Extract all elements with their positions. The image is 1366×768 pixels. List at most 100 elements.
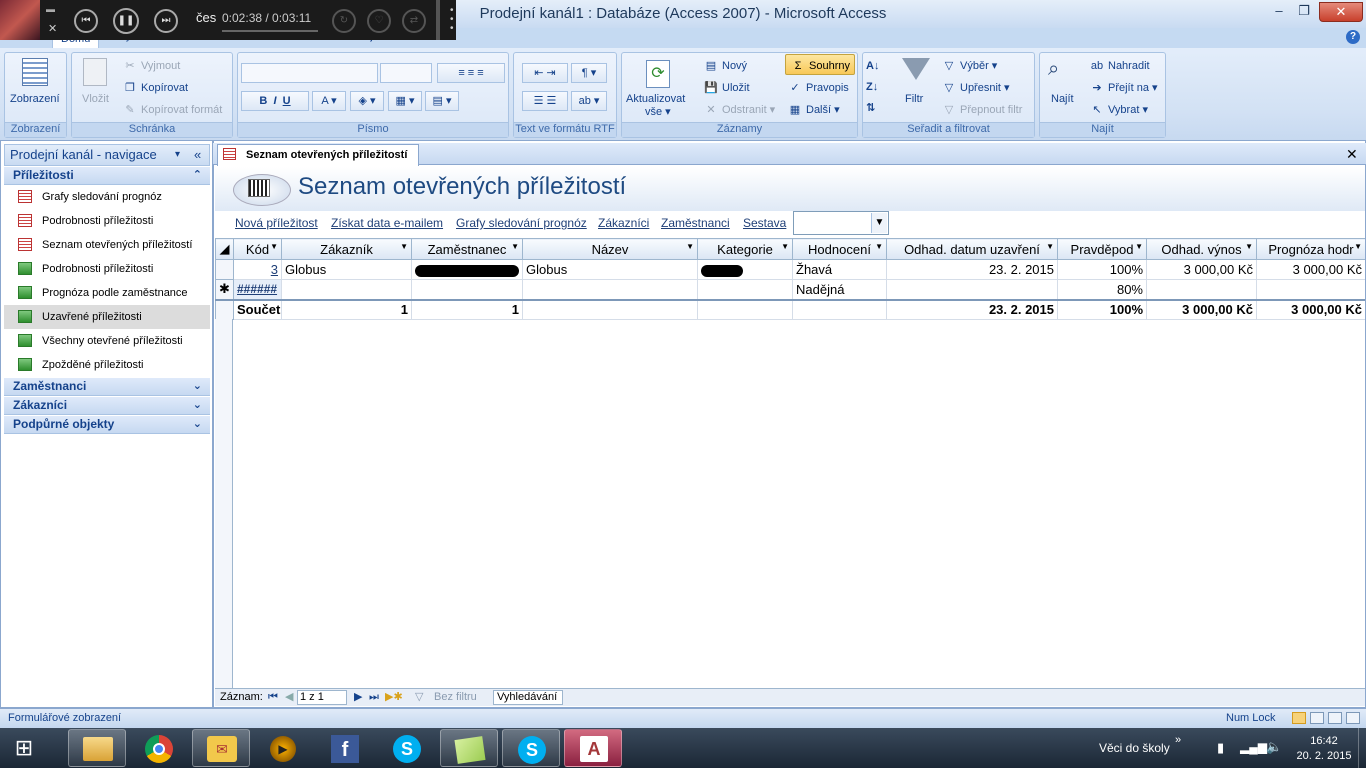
novy-button[interactable]: ▤ Nový [703,59,747,73]
prejit-na-button[interactable]: ➔ Přejít na ▾ [1089,81,1157,95]
bold-button[interactable]: B [259,95,267,107]
filtr-button[interactable]: Filtr [905,93,923,105]
col-vynos[interactable]: Odhad. výnos ▼ [1146,238,1257,260]
fill-color-icon[interactable]: ◈ ▾ [350,91,384,111]
nav-dropdown-icon[interactable]: ▾ [175,145,180,165]
document-tab[interactable]: Seznam otevřených příležitostí [217,144,419,166]
dalsi-button[interactable]: ▦ Další ▾ [787,103,840,117]
cell-nazev[interactable] [522,279,698,300]
form-view-icon[interactable] [1292,712,1306,724]
col-kod[interactable]: Kód ▼ [233,238,282,260]
nav-group-zamestnanci[interactable]: Zaměstnanci ⌄ [4,378,210,396]
nav-item-seznam[interactable]: Seznam otevřených příležitostí [4,233,210,257]
col-pravdepod[interactable]: Pravděpod ▼ [1057,238,1147,260]
kopirovat-format-button[interactable]: ✎ Kopírovat formát [122,103,222,117]
taskbar-skype-chat[interactable]: S [502,729,560,767]
nav-pane-header[interactable]: Prodejní kanál - navigace ▾ « [4,144,210,166]
aktualizovat-vse-button[interactable]: vše ▾ [645,105,671,118]
select-all-corner[interactable]: ◢ [215,238,234,260]
nav-item-prognoza[interactable]: Prognóza podle zaměstnance [4,281,210,305]
align-buttons[interactable]: ≡ ≡ ≡ [437,63,505,83]
nav-item-uzavrene[interactable]: Uzavřené příležitosti [4,305,210,329]
cmd-ziskat-data[interactable]: Získat data e-mailem [331,216,443,230]
vyber-button[interactable]: ▽ Výběr ▾ [941,59,998,73]
filter-status[interactable]: Bez filtru [434,689,477,706]
taskbar-skype[interactable]: S [378,729,436,767]
nav-group-podpurne[interactable]: Podpůrné objekty ⌄ [4,416,210,434]
nahradit-button[interactable]: ab Nahradit [1089,59,1150,73]
start-button-icon[interactable]: ⊞ [10,736,38,760]
paragraph-icon[interactable]: ¶ ▾ [571,63,607,83]
font-size-combo[interactable] [380,63,432,83]
design-view-icon[interactable] [1346,712,1360,724]
zobrazeni-button[interactable]: Zobrazení [10,93,60,105]
font-color-icon[interactable]: A ▾ [312,91,346,111]
aktualizovat-button[interactable]: Aktualizovat [626,93,685,105]
gridlines-icon[interactable]: ▦ ▾ [388,91,422,111]
cmd-grafy[interactable]: Grafy sledování prognóz [456,216,587,230]
total-vynos[interactable]: 3 000,00 Kč [1146,298,1257,320]
cell-prognoza[interactable] [1256,279,1365,300]
ulozit-button[interactable]: 💾 Uložit [703,81,749,95]
volume-slider[interactable] [436,0,440,40]
font-name-combo[interactable] [241,63,378,83]
cell-nazev[interactable]: Globus [522,259,698,280]
cell-zakaznik[interactable]: Globus [281,259,412,280]
col-hodnoceni[interactable]: Hodnocení ▼ [792,238,887,260]
nav-item-vsechny[interactable]: Všechny otevřené příležitosti [4,329,210,353]
kopirovat-button[interactable]: ❐ Kopírovat [122,81,188,95]
cell-pravdepod[interactable]: 100% [1057,259,1147,280]
cmd-sestava[interactable]: Sestava [743,216,786,230]
total-zakaznik[interactable]: 1 [281,298,412,320]
cell-vynos[interactable] [1146,279,1257,300]
cell-pravdepod[interactable]: 80% [1057,279,1147,300]
volume-icon[interactable]: 🔈 [1266,739,1282,755]
najit-button[interactable]: Najít [1051,93,1074,105]
next-track-icon[interactable]: ⏭ [154,9,178,33]
total-nazev[interactable] [522,298,698,320]
shuffle-icon[interactable]: ⇄ [402,9,426,33]
highlight-icon[interactable]: ab ▾ [571,91,607,111]
layout-view-icon[interactable] [1328,712,1342,724]
new-record-marker[interactable]: ✱ [215,279,234,300]
col-zamestnanec[interactable]: Zaměstnanec ▼ [411,238,523,260]
row-selector[interactable] [215,298,234,320]
player-close-icon[interactable]: ✕ [48,22,57,35]
cell-zamestnanec[interactable] [411,279,523,300]
taskbar-sticky-notes[interactable] [440,729,498,767]
cell-kategorie[interactable] [697,259,793,280]
battery-icon[interactable]: ▮ [1217,740,1224,756]
vybrat-button[interactable]: ↖ Vybrat ▾ [1089,103,1148,117]
signal-icon[interactable]: ▂▄▆ [1240,740,1267,754]
table-row[interactable]: 3 Globus Globus Žhavá 23. 2. 2015 100% 3… [215,259,1365,280]
new-record-icon[interactable]: ▶✱ [385,689,403,706]
bold-italic-underline[interactable]: B I U [241,91,309,111]
help-icon[interactable]: ? [1346,30,1360,44]
total-datum[interactable]: 23. 2. 2015 [886,298,1058,320]
repeat-icon[interactable]: ↻ [332,9,356,33]
search-input[interactable]: Vyhledávání [493,690,563,705]
indent-icon[interactable]: ⇤ ⇥ [522,63,568,83]
upresnit-button[interactable]: ▽ Upřesnit ▾ [941,81,1010,95]
taskbar-facebook[interactable]: f [316,729,374,767]
cmd-zakaznici[interactable]: Zákazníci [598,216,649,230]
show-desktop-button[interactable] [1358,728,1366,768]
player-minimize-icon[interactable]: ▬ [46,4,55,14]
vyjmout-button[interactable]: ✂ Vyjmout [122,59,180,73]
nav-collapse-icon[interactable]: « [194,145,201,165]
taskbar-explorer[interactable] [68,729,126,767]
col-prognoza[interactable]: Prognóza hodr ▼ [1256,238,1365,260]
col-kategorie[interactable]: Kategorie ▼ [697,238,793,260]
row-selector[interactable] [215,259,234,280]
record-position-input[interactable]: 1 z 1 [297,690,347,705]
vlozit-button[interactable]: Vložit [82,93,109,105]
underline-button[interactable]: U [283,95,291,107]
prev-track-icon[interactable]: ⏮ [74,9,98,33]
cell-vynos[interactable]: 3 000,00 Kč [1146,259,1257,280]
rating-icon[interactable]: ♡ [367,9,391,33]
list-icon[interactable]: ☰ ☰ [522,91,568,111]
cmd-zamestnanci[interactable]: Zaměstnanci [661,216,730,230]
prev-record-icon[interactable]: ◀ [285,689,293,706]
cell-zakaznik[interactable] [281,279,412,300]
cell-zamestnanec[interactable] [411,259,523,280]
